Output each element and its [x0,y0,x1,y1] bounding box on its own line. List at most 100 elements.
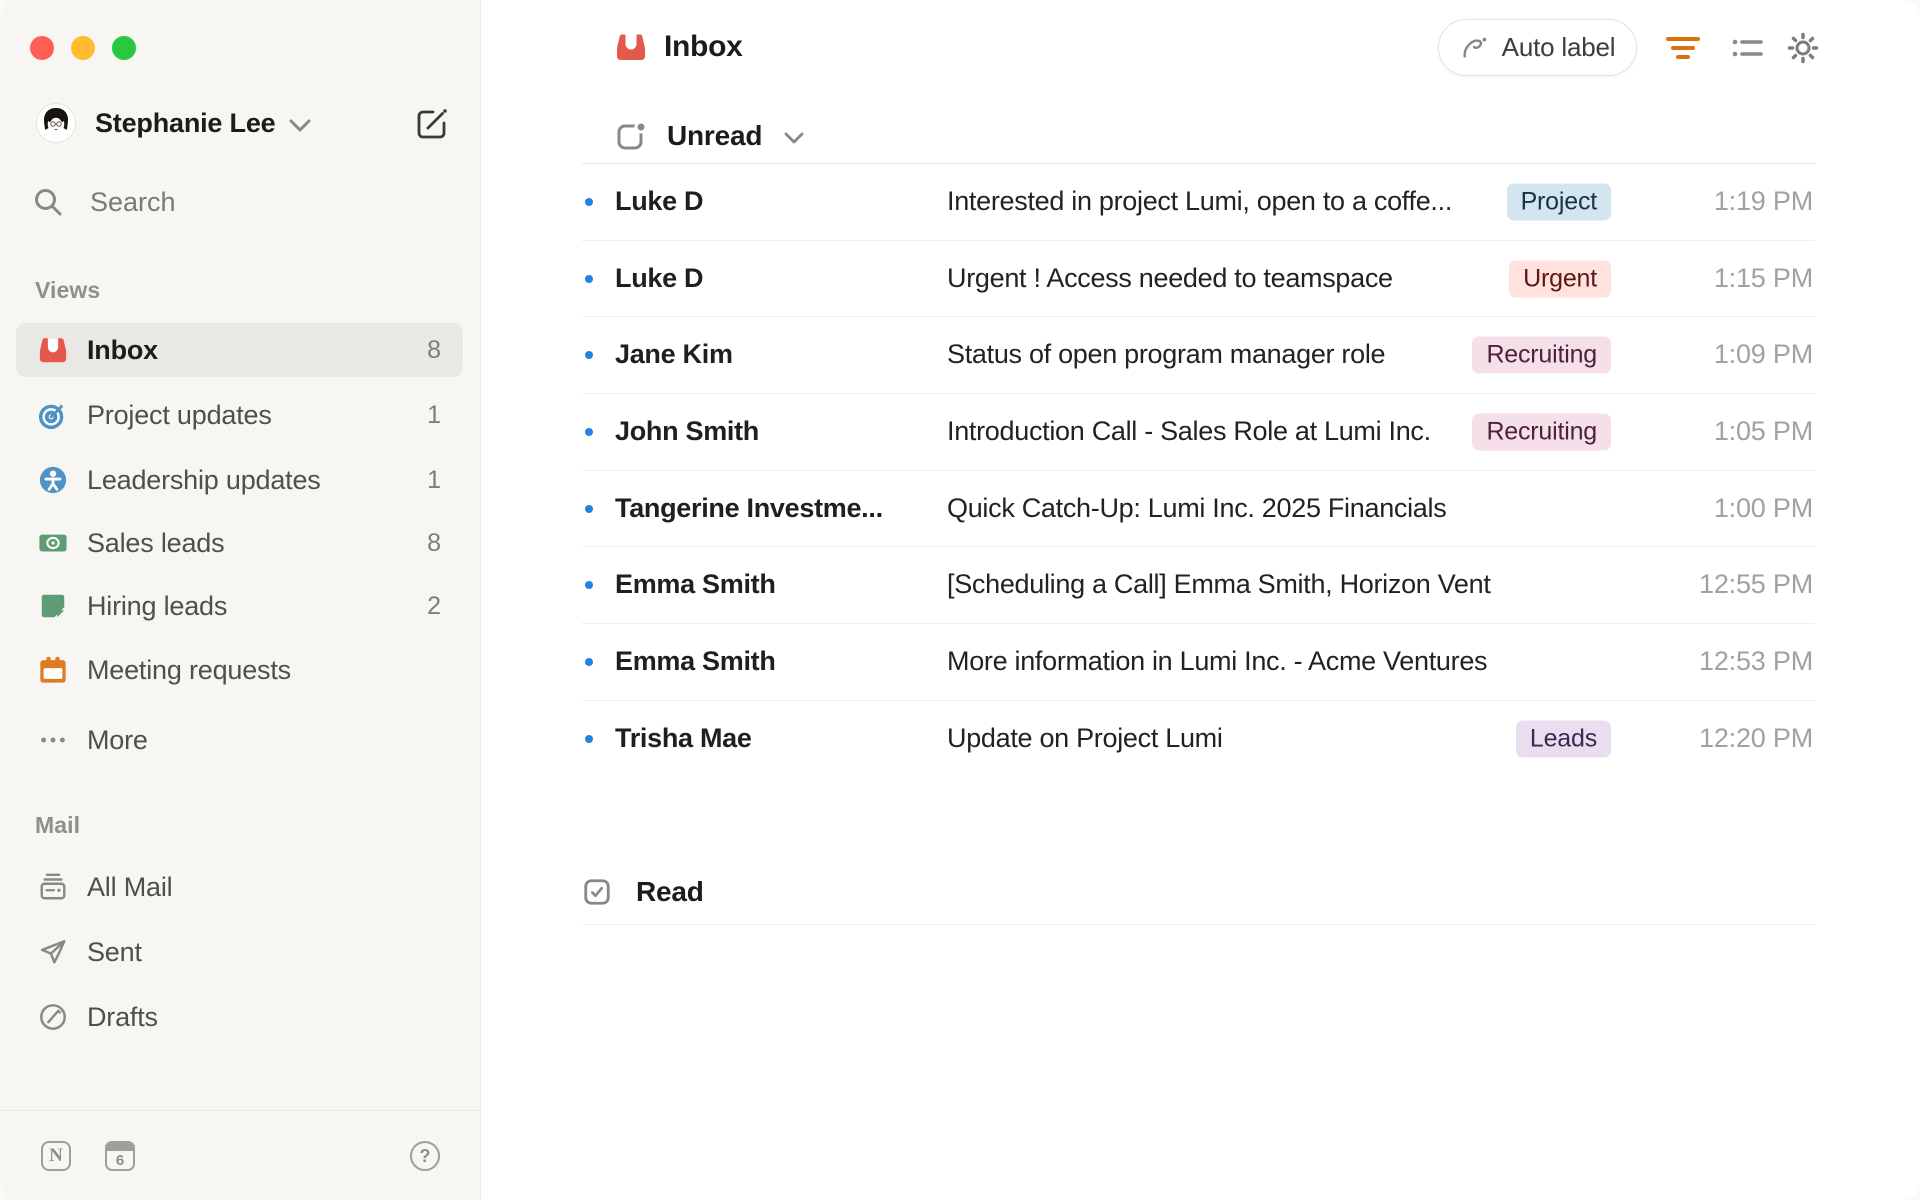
sidebar-item-sent[interactable]: Sent [16,925,463,979]
inbox-icon [38,335,68,365]
gear-icon[interactable] [1785,30,1821,66]
email-time: 12:55 PM [1699,569,1813,600]
sidebar-item-inbox[interactable]: Inbox 8 [16,323,463,377]
email-row[interactable]: John Smith Introduction Call - Sales Rol… [582,394,1815,471]
unread-dot [585,504,593,513]
list-view-icon[interactable] [1729,30,1765,66]
mail-section-label: Mail [35,812,81,838]
window-close-button[interactable] [30,36,54,60]
sidebar-footer: N 6 ? [0,1110,480,1200]
send-icon [38,937,68,967]
help-glyph: ? [419,1145,431,1166]
sidebar-item-sales-leads[interactable]: Sales leads 8 [16,516,463,570]
email-time: 1:19 PM [1713,185,1813,216]
label-badge[interactable]: Recruiting [1472,413,1611,451]
notion-logo-letter: N [49,1145,63,1166]
calendar-icon [38,655,68,685]
email-row[interactable]: Luke D Urgent ! Access needed to teamspa… [582,241,1815,318]
app-window: Stephanie Lee Search Views Inbox 8 Proje… [0,0,1920,1200]
sidebar-item-meeting-requests[interactable]: Meeting requests [16,643,463,697]
sidebar-item-label: Leadership updates [87,464,321,495]
label-badge[interactable]: Urgent [1509,260,1611,298]
email-subject: Interested in project Lumi, open to a co… [947,185,1453,216]
target-icon [38,400,68,430]
notion-logo-icon[interactable]: N [41,1141,71,1171]
window-zoom-button[interactable] [112,36,136,60]
account-name: Stephanie Lee [95,107,276,138]
compose-icon[interactable] [413,105,451,143]
email-row[interactable]: Luke D Interested in project Lumi, open … [582,164,1815,241]
auto-label-text: Auto label [1501,32,1616,62]
label-badge[interactable]: Leads [1515,720,1611,758]
money-icon [38,528,68,558]
calendar-app-day: 6 [115,1151,125,1169]
avatar [36,103,76,143]
email-subject: Quick Catch-Up: Lumi Inc. 2025 Financial… [947,492,1447,523]
note-icon [38,591,68,621]
email-time: 1:09 PM [1713,339,1813,370]
sidebar-item-label: Inbox [87,334,158,365]
unread-count-badge: 1 [427,400,441,429]
email-row[interactable]: Trisha Mae Update on Project Lumi Leads … [582,701,1815,777]
email-row[interactable]: Emma Smith [Scheduling a Call] Emma Smit… [582,547,1815,625]
sidebar-item-leadership-updates[interactable]: Leadership updates 1 [16,453,463,507]
read-status-icon [582,877,612,907]
unread-count-badge: 2 [427,591,441,620]
page-header: Inbox [615,30,743,64]
unread-dot [585,734,593,743]
auto-label-icon [1460,33,1490,63]
email-sender: Tangerine Investme... [615,492,883,523]
unread-group-label: Unread [667,119,763,151]
unread-dot [585,351,593,360]
filter-icon[interactable] [1665,30,1701,66]
sidebar-item-all-mail[interactable]: All Mail [16,860,463,914]
email-subject: [Scheduling a Call] Emma Smith, Horizon … [947,569,1492,600]
read-group-label: Read [636,876,704,907]
label-badge[interactable]: Project [1506,183,1611,221]
email-row[interactable]: Jane Kim Status of open program manager … [582,317,1815,395]
email-row[interactable]: Tangerine Investme... Quick Catch-Up: Lu… [582,471,1815,548]
unread-dot [585,274,593,283]
sidebar-item-label: All Mail [87,871,173,902]
auto-label-button[interactable]: Auto label [1438,19,1637,76]
views-section-label: Views [35,277,101,303]
page-title: Inbox [664,30,743,63]
email-list: Luke D Interested in project Lumi, open … [582,163,1815,777]
unread-dot [585,197,593,206]
email-subject: Status of open program manager role [947,339,1386,370]
email-sender: Luke D [615,262,704,293]
all-mail-icon [38,872,68,902]
ellipsis-icon [38,725,68,755]
email-time: 12:20 PM [1699,722,1813,753]
email-sender: Trisha Mae [615,722,752,753]
email-subject: Urgent ! Access needed to teamspace [947,262,1393,293]
unread-dot [585,657,593,666]
sidebar-item-label: Meeting requests [87,654,291,685]
help-icon[interactable]: ? [410,1141,440,1171]
label-badge[interactable]: Recruiting [1472,336,1611,374]
email-sender: Emma Smith [615,645,776,676]
window-minimize-button[interactable] [71,36,95,60]
sidebar-item-drafts[interactable]: Drafts [16,990,463,1044]
chevron-down-icon [289,119,311,132]
sidebar-item-label: Drafts [87,1001,158,1032]
account-switcher[interactable]: Stephanie Lee [36,96,311,150]
unread-dot [585,427,593,436]
sidebar-item-more[interactable]: More [16,713,463,767]
sidebar-item-project-updates[interactable]: Project updates 1 [16,388,463,442]
read-group-header[interactable]: Read [582,860,1815,925]
unread-dot [585,581,593,590]
unread-group-header[interactable]: Unread [615,108,804,163]
sidebar-item-hiring-leads[interactable]: Hiring leads 2 [16,579,463,633]
search-input[interactable]: Search [16,175,463,229]
email-time: 1:15 PM [1713,262,1813,293]
email-sender: John Smith [615,415,759,446]
calendar-app-icon[interactable]: 6 [105,1141,135,1171]
email-row[interactable]: Emma Smith More information in Lumi Inc.… [582,624,1815,701]
chevron-down-icon [784,132,804,144]
email-sender: Emma Smith [615,569,776,600]
search-icon [32,186,64,218]
main-panel: Inbox Auto label Unread Luke D Intereste… [481,0,1920,1200]
sidebar-item-label: Project updates [87,399,272,430]
drafts-icon [38,1002,68,1032]
